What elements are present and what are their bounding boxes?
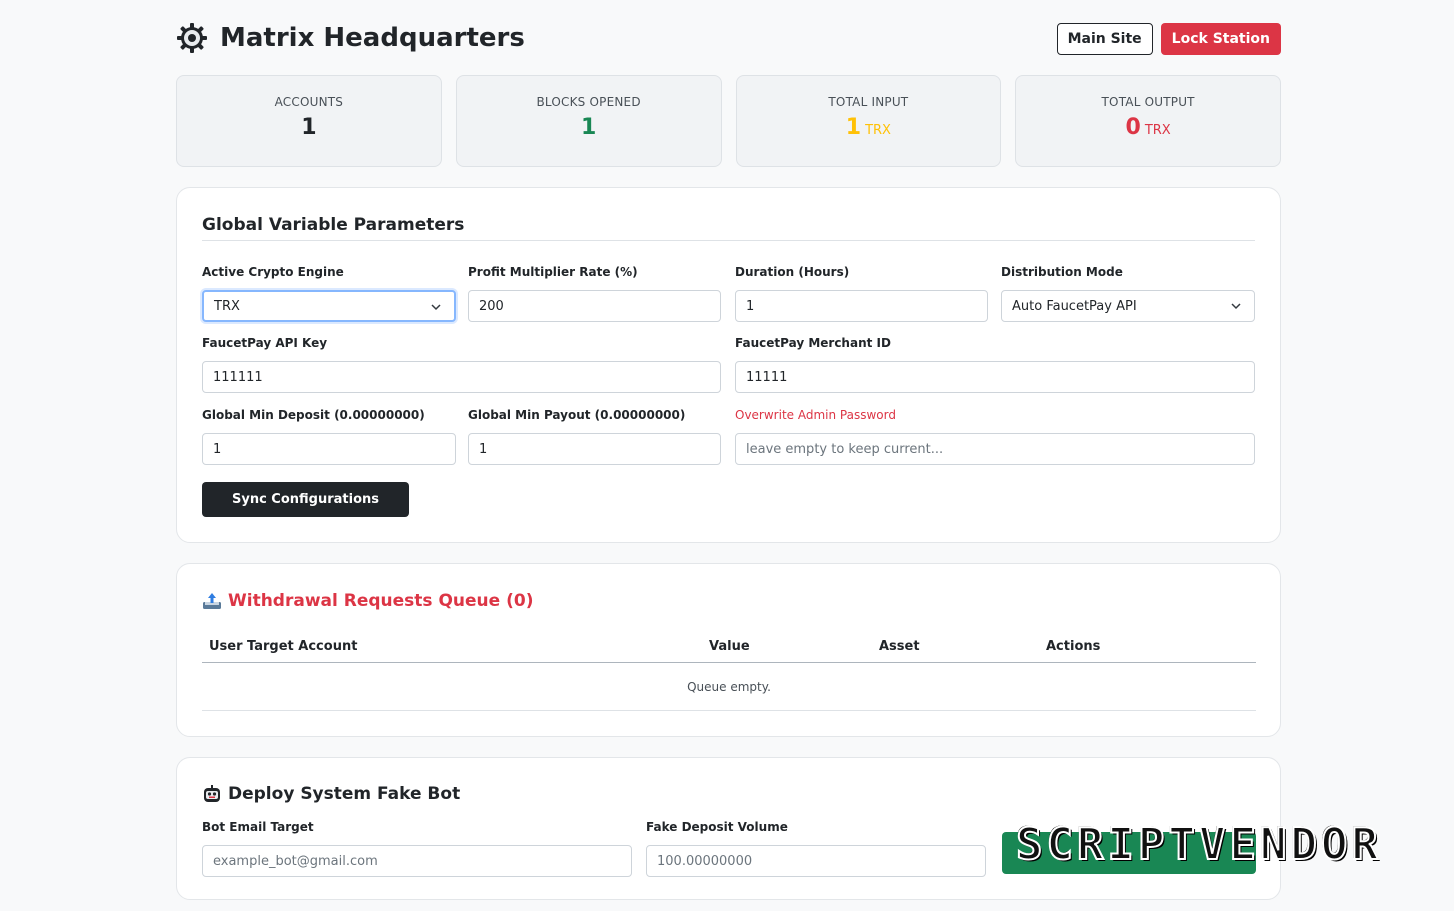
card-title: Deploy System Fake Bot [228, 784, 461, 804]
withdrawal-table: User Target Account Value Asset Actions … [202, 636, 1256, 711]
field-label: Profit Multiplier Rate (%) [468, 265, 638, 279]
page-title: Matrix Headquarters [220, 23, 525, 53]
chevron-down-icon [431, 304, 441, 311]
outbox-tray-icon [203, 593, 221, 609]
page-header: Matrix Headquarters Main Site Lock Stati… [176, 0, 1281, 80]
select-value: TRX [214, 298, 240, 314]
sync-configurations-button[interactable]: Sync Configurations [202, 482, 409, 517]
card-title-group: Withdrawal Requests Queue (0) [202, 591, 533, 611]
card-title-group: Deploy System Fake Bot [202, 784, 460, 804]
admin-password-input[interactable]: leave empty to keep current... [735, 433, 1255, 465]
stat-number: 0 [1125, 115, 1141, 140]
min-deposit-field: Global Min Deposit (0.00000000) 1 [202, 408, 456, 465]
field-label: Fake Deposit Volume [646, 820, 788, 834]
bot-email-input[interactable]: example_bot@gmail.com [202, 845, 632, 877]
distribution-mode-select[interactable]: Auto FaucetPay API [1001, 290, 1255, 322]
column-header-account: User Target Account [209, 639, 358, 654]
duration-field: Duration (Hours) 1 [735, 265, 988, 322]
stat-label: ACCOUNTS [274, 95, 344, 109]
main-site-button[interactable]: Main Site [1056, 23, 1153, 55]
bot-email-field: Bot Email Target example_bot@gmail.com [202, 820, 632, 877]
merchant-id-input[interactable]: 11111 [735, 361, 1255, 393]
field-label: FaucetPay API Key [202, 336, 328, 350]
stat-value: 0 TRX [1016, 115, 1280, 140]
admin-panel: Matrix Headquarters Main Site Lock Stati… [176, 0, 1281, 900]
card-title: Global Variable Parameters [202, 215, 465, 235]
stat-unit: TRX [1144, 123, 1171, 138]
field-label: Global Min Deposit (0.00000000) [202, 408, 425, 422]
profit-multiplier-input[interactable]: 200 [468, 290, 721, 322]
profit-field: Profit Multiplier Rate (%) 200 [468, 265, 721, 322]
stat-card-total-input: TOTAL INPUT 1 TRX [735, 75, 1002, 167]
engine-field: Active Crypto Engine TRX [202, 265, 456, 322]
chevron-down-icon [1231, 303, 1241, 310]
column-header-value: Value [709, 639, 750, 654]
mode-field: Distribution Mode Auto FaucetPay API [1001, 265, 1255, 322]
withdrawal-queue-card: Withdrawal Requests Queue (0) User Targe… [176, 563, 1281, 737]
min-deposit-input[interactable]: 1 [202, 433, 456, 465]
stat-card-total-output: TOTAL OUTPUT 0 TRX [1015, 75, 1281, 167]
table-empty-row: Queue empty. [202, 663, 1256, 711]
gear-icon [177, 23, 207, 53]
stats-row: ACCOUNTS 1 BLOCKS OPENED 1 TOTAL INPUT 1… [176, 75, 1281, 167]
password-field: Overwrite Admin Password leave empty to … [735, 408, 1255, 465]
table-header: User Target Account Value Asset Actions [202, 636, 1256, 663]
stat-number: 1 [580, 115, 597, 140]
select-value: Auto FaucetPay API [1012, 298, 1137, 314]
stat-label: TOTAL OUTPUT [1101, 95, 1195, 109]
api-key-field: FaucetPay API Key 111111 [202, 336, 721, 393]
stat-label: TOTAL INPUT [828, 95, 909, 109]
robot-icon [204, 785, 220, 802]
stat-number: 1 [845, 115, 862, 140]
column-header-actions: Actions [1046, 639, 1101, 654]
field-label: Bot Email Target [202, 820, 314, 834]
card-title: Withdrawal Requests Queue (0) [228, 591, 534, 611]
field-label: Global Min Payout (0.00000000) [468, 408, 686, 422]
stat-value: 1 [177, 115, 441, 140]
stat-value: 1 [457, 115, 721, 140]
stat-value: 1 TRX [737, 115, 1001, 140]
field-label: Active Crypto Engine [202, 265, 344, 279]
duration-input[interactable]: 1 [735, 290, 988, 322]
field-label: Distribution Mode [1001, 265, 1123, 279]
stat-unit: TRX [865, 123, 891, 138]
stat-label: BLOCKS OPENED [536, 95, 641, 109]
field-label: Duration (Hours) [735, 265, 850, 279]
column-header-asset: Asset [879, 639, 920, 654]
merchant-field: FaucetPay Merchant ID 11111 [735, 336, 1255, 393]
global-parameters-card: Global Variable Parameters Active Crypto… [176, 187, 1281, 543]
lock-station-button[interactable]: Lock Station [1160, 23, 1281, 55]
crypto-engine-select[interactable]: TRX [202, 290, 456, 322]
min-payout-input[interactable]: 1 [468, 433, 721, 465]
min-payout-field: Global Min Payout (0.00000000) 1 [468, 408, 721, 465]
deposit-volume-field: Fake Deposit Volume 100.00000000 [646, 820, 986, 877]
stat-card-blocks-opened: BLOCKS OPENED 1 [455, 75, 722, 167]
api-key-input[interactable]: 111111 [202, 361, 721, 393]
header-actions: Main Site Lock Station [1056, 23, 1281, 55]
deposit-volume-input[interactable]: 100.00000000 [646, 845, 986, 877]
stat-card-accounts: ACCOUNTS 1 [176, 75, 442, 167]
stat-number: 1 [301, 115, 317, 140]
field-label: Overwrite Admin Password [735, 408, 896, 422]
divider [202, 240, 1255, 241]
watermark-logo: SCRIPTVENDOR [1015, 818, 1382, 871]
field-label: FaucetPay Merchant ID [735, 336, 891, 350]
page-title-group: Matrix Headquarters [176, 22, 525, 54]
